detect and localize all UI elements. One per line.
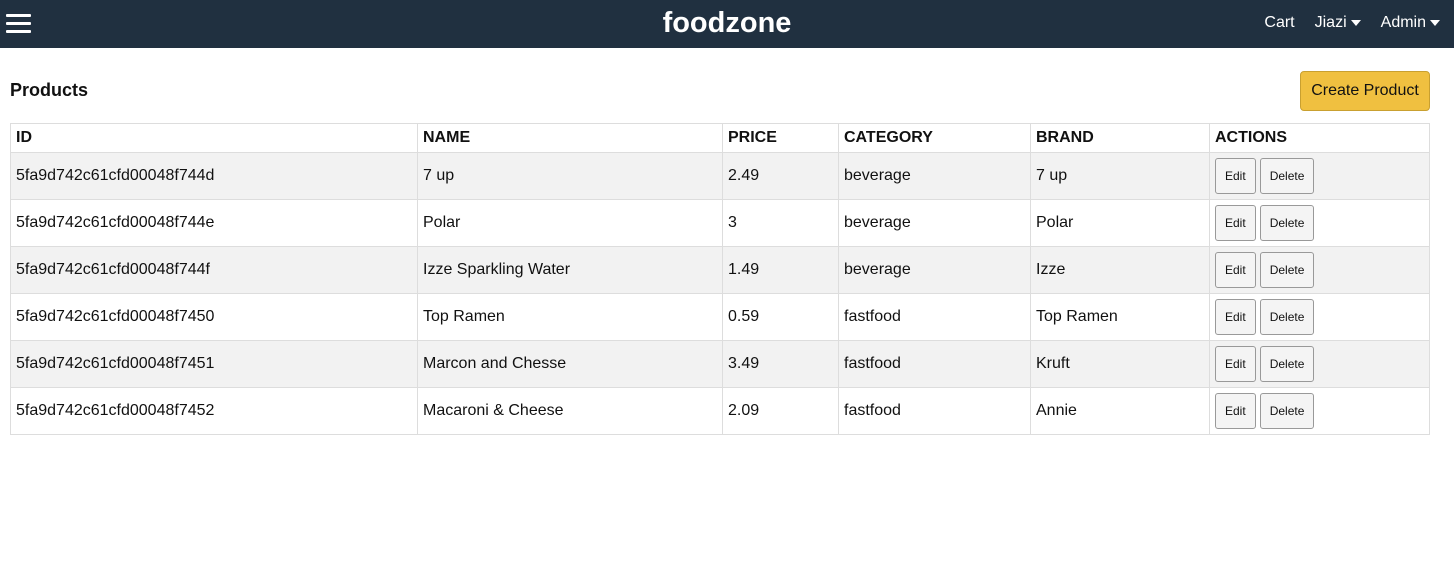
delete-button[interactable]: Delete [1259,252,1315,288]
cell-category: beverage [838,246,1031,294]
cell-brand: Polar [1030,199,1210,247]
cell-category: beverage [838,152,1031,200]
cell-name: Macaroni & Cheese [417,387,723,435]
page-title: Products [10,80,89,100]
hamburger-menu-icon[interactable] [6,12,32,36]
table-row: 5fa9d742c61cfd00048f7450 Top Ramen 0.59 … [10,293,1430,341]
edit-button[interactable]: Edit [1215,158,1256,194]
cell-id: 5fa9d742c61cfd00048f7451 [10,340,418,388]
cell-name: Marcon and Chesse [417,340,723,388]
cell-brand: Izze [1030,246,1210,294]
user-menu[interactable]: Jiazi [1315,14,1361,32]
edit-button[interactable]: Edit [1215,393,1256,429]
cell-actions: Edit Delete [1209,293,1430,341]
cell-category: beverage [838,199,1031,247]
cell-price: 0.59 [722,293,839,341]
delete-button[interactable]: Delete [1259,205,1315,241]
cell-id: 5fa9d742c61cfd00048f744e [10,199,418,247]
cell-actions: Edit Delete [1209,199,1430,247]
table-header-row: ID NAME PRICE CATEGORY BRAND ACTIONS [10,123,1430,153]
cell-category: fastfood [838,340,1031,388]
delete-button[interactable]: Delete [1259,299,1315,335]
cell-price: 1.49 [722,246,839,294]
cell-actions: Edit Delete [1209,246,1430,294]
cell-brand: Kruft [1030,340,1210,388]
brand-logo[interactable]: foodzone [663,7,792,39]
cell-price: 3.49 [722,340,839,388]
cart-link[interactable]: Cart [1264,14,1294,32]
table-row: 5fa9d742c61cfd00048f744f Izze Sparkling … [10,246,1430,294]
cell-actions: Edit Delete [1209,340,1430,388]
column-header-actions: ACTIONS [1209,123,1430,153]
cell-brand: 7 up [1030,152,1210,200]
user-menu-label: Jiazi [1314,14,1347,31]
cell-actions: Edit Delete [1209,387,1430,435]
cell-price: 2.49 [722,152,839,200]
cell-id: 5fa9d742c61cfd00048f744d [10,152,418,200]
caret-down-icon [1430,20,1440,26]
cell-brand: Top Ramen [1030,293,1210,341]
cell-price: 2.09 [722,387,839,435]
column-header-brand: BRAND [1030,123,1210,153]
cell-id: 5fa9d742c61cfd00048f7450 [10,293,418,341]
table-row: 5fa9d742c61cfd00048f7451 Marcon and Ches… [10,340,1430,388]
cell-price: 3 [722,199,839,247]
admin-menu[interactable]: Admin [1381,14,1440,32]
column-header-id: ID [10,123,418,153]
cell-id: 5fa9d742c61cfd00048f744f [10,246,418,294]
table-row: 5fa9d742c61cfd00048f744e Polar 3 beverag… [10,199,1430,247]
table-row: 5fa9d742c61cfd00048f7452 Macaroni & Chee… [10,387,1430,435]
cell-name: 7 up [417,152,723,200]
column-header-category: CATEGORY [838,123,1031,153]
admin-menu-label: Admin [1380,14,1426,31]
cell-name: Top Ramen [417,293,723,341]
nav-links: Cart Jiazi Admin [1244,0,1440,46]
create-product-button[interactable]: Create Product [1300,71,1430,111]
cell-name: Polar [417,199,723,247]
delete-button[interactable]: Delete [1259,158,1315,194]
cell-actions: Edit Delete [1209,152,1430,200]
edit-button[interactable]: Edit [1215,346,1256,382]
caret-down-icon [1350,20,1361,26]
delete-button[interactable]: Delete [1259,393,1315,429]
cell-category: fastfood [838,293,1031,341]
cell-category: fastfood [838,387,1031,435]
delete-button[interactable]: Delete [1259,346,1315,382]
cell-brand: Annie [1030,387,1210,435]
column-header-price: PRICE [722,123,839,153]
edit-button[interactable]: Edit [1215,299,1256,335]
edit-button[interactable]: Edit [1215,205,1256,241]
column-header-name: NAME [417,123,723,153]
table-row: 5fa9d742c61cfd00048f744d 7 up 2.49 bever… [10,152,1430,200]
cell-name: Izze Sparkling Water [417,246,723,294]
edit-button[interactable]: Edit [1215,252,1256,288]
products-table: ID NAME PRICE CATEGORY BRAND ACTIONS 5fa… [10,123,1430,435]
top-navbar: foodzone Cart Jiazi Admin [0,0,1454,48]
cart-link-label: Cart [1264,14,1295,31]
cell-id: 5fa9d742c61cfd00048f7452 [10,387,418,435]
